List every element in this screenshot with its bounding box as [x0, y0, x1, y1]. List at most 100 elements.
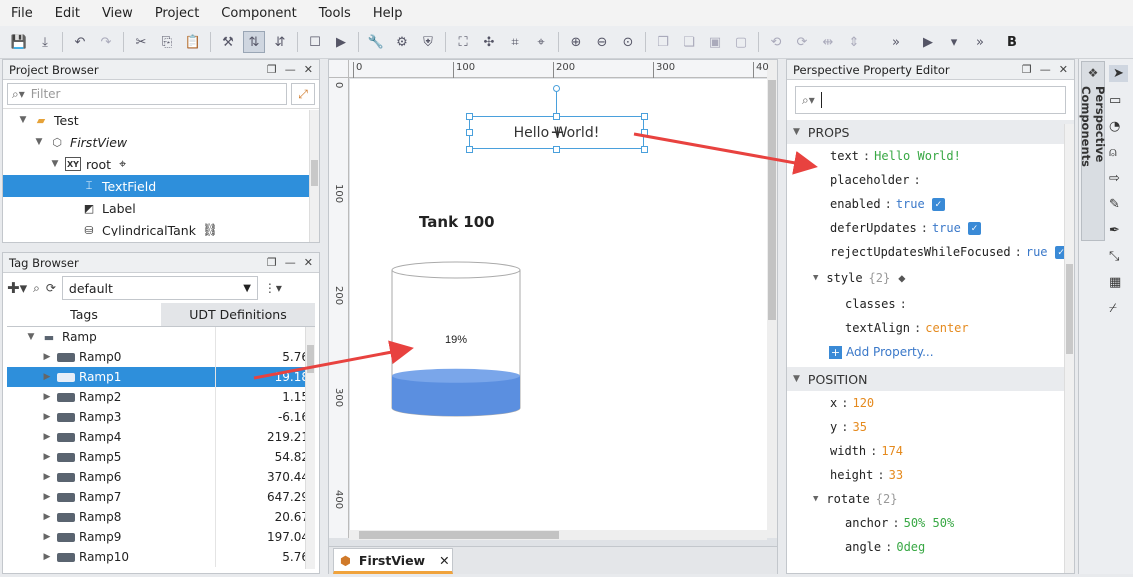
tree-item[interactable]: ⌶ TextField [3, 175, 319, 197]
fit-icon[interactable]: ⛶ [452, 31, 474, 53]
tag-row[interactable]: ▶ Ramp3 -6.16 [7, 407, 315, 427]
ungroup-icon[interactable]: ❏ [678, 31, 700, 53]
prop-x[interactable]: x:120 [787, 391, 1074, 415]
close-icon[interactable]: ✕ [439, 553, 449, 568]
expand-triangle-icon[interactable]: ▶ [41, 352, 53, 362]
tree-item[interactable]: ▼ ⬡ FirstView [3, 131, 319, 153]
pencil-icon[interactable]: ✎ [1109, 197, 1128, 212]
resize-handle[interactable] [553, 146, 560, 153]
add-tag-icon[interactable]: ✚▾ [7, 279, 27, 297]
comment-icon[interactable]: ▭ [1109, 93, 1128, 108]
zoom-reset-icon[interactable]: ⊙ [617, 31, 639, 53]
select-shape-icon[interactable]: ☐ [304, 31, 326, 53]
add-property-link[interactable]: + Add Property... [787, 340, 1074, 364]
puzzle-icon[interactable]: ⚙ [391, 31, 413, 53]
lightbulb-icon[interactable]: ◔ [1109, 119, 1128, 134]
expand-triangle-icon[interactable]: ▶ [41, 492, 53, 502]
prop-enabled[interactable]: enabled: true ✓ [787, 192, 1074, 216]
checkbox-checked-icon[interactable]: ✓ [967, 221, 981, 235]
tree-item[interactable]: ⛁ CylindricalTank ⛓ [3, 219, 319, 236]
tab-tags[interactable]: Tags [7, 303, 161, 326]
tag-row[interactable]: ▶ Ramp5 54.82 [7, 447, 315, 467]
pointer-icon[interactable]: ➤ [1109, 65, 1128, 82]
tab-udt-definitions[interactable]: UDT Definitions [161, 303, 315, 326]
layout-horizontal-icon[interactable]: ⇵ [269, 31, 291, 53]
prop-search-input[interactable]: ⌕▾ [795, 86, 1066, 114]
resize-handle[interactable] [553, 113, 560, 120]
copy-icon[interactable]: ⎘ [156, 31, 178, 53]
flip-h-icon[interactable]: ⇹ [817, 31, 839, 53]
resize-handle[interactable] [641, 146, 648, 153]
cylindrical-tank[interactable]: 19% [389, 258, 524, 423]
tree-item[interactable]: ▼ XY root ⌖ [3, 153, 319, 175]
close-icon[interactable]: ✕ [304, 256, 313, 269]
resize-handle[interactable] [466, 129, 473, 136]
minimize-icon[interactable]: — [1040, 63, 1051, 76]
tag-row[interactable]: ▶ Ramp1 19.18 [7, 367, 315, 387]
expand-triangle-icon[interactable]: ▶ [41, 472, 53, 482]
prop-text[interactable]: text: Hello World! [787, 144, 1074, 168]
expand-triangle-icon[interactable]: ▼ [25, 332, 37, 342]
prop-value[interactable]: 50% 50% [904, 516, 955, 530]
prop-value[interactable]: 0deg [896, 540, 925, 554]
undo-icon[interactable]: ↶ [69, 31, 91, 53]
collapse-triangle-icon[interactable]: ▼ [813, 494, 818, 504]
move-crosshair-icon[interactable]: + [550, 122, 565, 143]
minimize-icon[interactable]: — [285, 63, 296, 76]
close-icon[interactable]: ✕ [304, 63, 313, 76]
expand-triangle-icon[interactable]: ▶ [41, 372, 53, 382]
filter-input[interactable]: ⌕▾ Filter [7, 83, 287, 105]
send-back-icon[interactable]: ▢ [730, 31, 752, 53]
canvas-scrollbar-vertical[interactable] [767, 60, 777, 538]
arrow-right-icon[interactable]: ⇨ [1109, 171, 1128, 186]
prop-value[interactable]: rue [1026, 245, 1048, 259]
menu-tools[interactable]: Tools [308, 6, 362, 21]
float-icon[interactable]: ❐ [1022, 63, 1032, 76]
prop-value[interactable]: true [932, 221, 961, 235]
scrollbar[interactable] [1064, 124, 1074, 573]
dropdown-icon[interactable]: ▾ [943, 31, 965, 53]
save-all-icon[interactable]: ⤓ [34, 31, 56, 53]
zoom-out-icon[interactable]: ⊖ [591, 31, 613, 53]
menu-file[interactable]: File [0, 6, 44, 21]
prop-y[interactable]: y:35 [787, 415, 1074, 439]
rotate-handle[interactable] [553, 85, 560, 92]
cut-icon[interactable]: ✂ [130, 31, 152, 53]
resize-handle[interactable] [641, 129, 648, 136]
prop-height[interactable]: height:33 [787, 463, 1074, 487]
prop-value[interactable]: 35 [852, 420, 866, 434]
wrench-icon[interactable]: 🔧 [365, 31, 387, 53]
prop-value[interactable]: 120 [852, 396, 874, 410]
locate-icon[interactable]: ⤢ [291, 83, 315, 105]
bold-icon[interactable]: B [1001, 31, 1023, 53]
flip-v-icon[interactable]: ⇕ [843, 31, 865, 53]
provider-select[interactable]: default ▼ [61, 276, 258, 300]
tag-row[interactable]: ▶ Ramp0 5.76 [7, 347, 315, 367]
prop-classes[interactable]: classes: [787, 292, 1074, 316]
tools-icon[interactable]: ⚒ [217, 31, 239, 53]
style-class-icon[interactable]: ◆ [898, 271, 905, 285]
resize-handle[interactable] [641, 113, 648, 120]
expand-triangle-icon[interactable]: ▼ [33, 137, 45, 147]
group-icon[interactable]: ❐ [652, 31, 674, 53]
position-section-header[interactable]: ▼ POSITION [787, 367, 1074, 391]
image-icon[interactable]: ▦ [1109, 275, 1128, 290]
expand-triangle-icon[interactable]: ▶ [41, 552, 53, 562]
collapse-triangle-icon[interactable]: ▼ [813, 273, 818, 283]
perspective-components-tab[interactable]: ❖ Perspective Components [1079, 61, 1107, 241]
resize-handle[interactable] [466, 113, 473, 120]
menu-help[interactable]: Help [362, 6, 414, 21]
menu-edit[interactable]: Edit [44, 6, 91, 21]
binding-link-icon[interactable]: ⛓ [202, 222, 218, 236]
tab-firstview[interactable]: ⬢ FirstView ✕ [333, 548, 453, 574]
tag-row[interactable]: ▶ Ramp6 370.44 [7, 467, 315, 487]
tag-row[interactable]: ▶ Ramp2 1.15 [7, 387, 315, 407]
prop-value[interactable]: 33 [889, 468, 903, 482]
expand-triangle-icon[interactable]: ▶ [41, 412, 53, 422]
more-menu-icon[interactable]: ⋮▾ [264, 281, 282, 295]
shrink-icon[interactable]: ✣ [478, 31, 500, 53]
tag-row[interactable]: ▶ Ramp10 5.76 [7, 547, 315, 567]
expand-triangle-icon[interactable]: ▼ [49, 159, 61, 169]
prop-style[interactable]: ▼ style {2} ◆ [787, 264, 1074, 292]
bring-front-icon[interactable]: ▣ [704, 31, 726, 53]
